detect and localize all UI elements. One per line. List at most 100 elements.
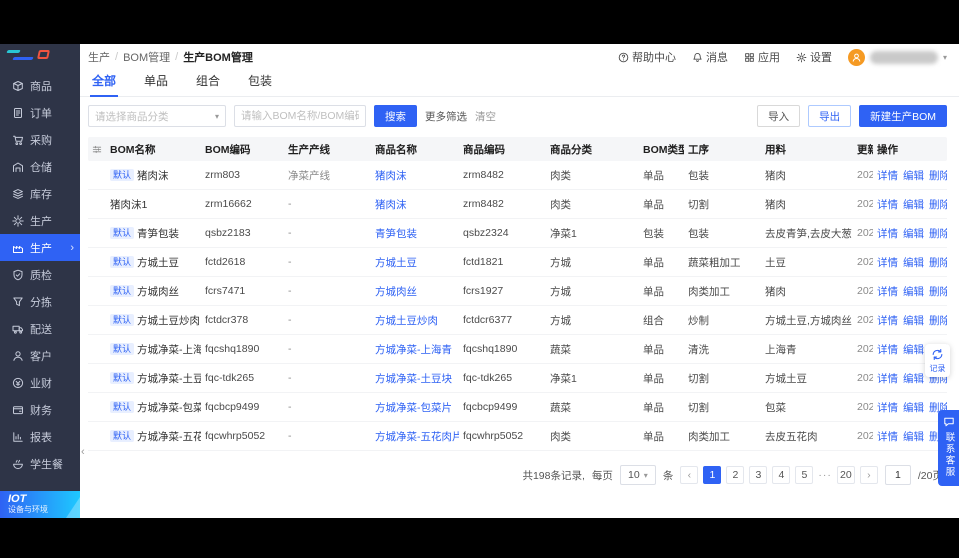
product-link[interactable]: 方城净菜-包菜片: [375, 402, 452, 414]
tab-单品[interactable]: 单品: [142, 67, 170, 96]
sidebar-item-商品[interactable]: 商品: [0, 72, 80, 99]
row-action-删除[interactable]: 删除: [929, 197, 947, 212]
sidebar-item-订单[interactable]: 订单: [0, 99, 80, 126]
table-scroll-left-arrow[interactable]: ‹: [81, 446, 85, 458]
product-link[interactable]: 方城土豆: [375, 257, 417, 269]
cell-material: 猪肉: [765, 169, 786, 182]
row-action-详情[interactable]: 详情: [877, 313, 898, 328]
tab-组合[interactable]: 组合: [194, 67, 222, 96]
product-link[interactable]: 方城净菜-五花肉片: [375, 431, 459, 443]
sidebar-item-label: 商品: [30, 80, 52, 93]
breadcrumb-item: 生产BOM管理: [183, 52, 253, 64]
sidebar-item-质检[interactable]: 质检: [0, 261, 80, 288]
page-jump-input[interactable]: 1: [884, 465, 911, 485]
sidebar-item-业财[interactable]: 业财: [0, 369, 80, 396]
page-button-4[interactable]: 4: [772, 466, 791, 484]
row-action-编辑[interactable]: 编辑: [903, 400, 924, 415]
row-action-编辑[interactable]: 编辑: [903, 342, 924, 357]
more-filters-link[interactable]: 更多筛选: [425, 109, 467, 124]
chevron-down-icon: ▾: [942, 52, 947, 62]
row-action-删除[interactable]: 删除: [929, 226, 947, 241]
row-action-编辑[interactable]: 编辑: [903, 168, 924, 183]
pager-ellipsis[interactable]: ···: [818, 469, 832, 481]
row-action-详情[interactable]: 详情: [877, 226, 898, 241]
page-button-3[interactable]: 3: [749, 466, 768, 484]
row-action-详情[interactable]: 详情: [877, 429, 898, 444]
row-action-编辑[interactable]: 编辑: [903, 255, 924, 270]
row-action-删除[interactable]: 删除: [929, 284, 947, 299]
column-settings-icon[interactable]: [88, 144, 106, 155]
page-button-20[interactable]: 20: [836, 466, 855, 484]
import-button[interactable]: 导入: [757, 105, 801, 127]
row-action-详情[interactable]: 详情: [877, 284, 898, 299]
row-action-删除[interactable]: 删除: [929, 313, 947, 328]
row-action-编辑[interactable]: 编辑: [903, 429, 924, 444]
row-action-详情[interactable]: 详情: [877, 342, 898, 357]
topbar-action-bell[interactable]: 消息: [692, 49, 728, 65]
row-action-详情[interactable]: 详情: [877, 400, 898, 415]
row-action-详情[interactable]: 详情: [877, 197, 898, 212]
product-link[interactable]: 方城土豆炒肉: [375, 315, 438, 327]
row-action-删除[interactable]: 删除: [929, 255, 947, 270]
default-badge: 默认: [110, 255, 135, 268]
row-action-删除[interactable]: 删除: [929, 168, 947, 183]
sidebar-item-分拣[interactable]: 分拣: [0, 288, 80, 315]
cell-bom-code: fqc-tdk265: [205, 372, 255, 384]
sidebar-item-采购[interactable]: 采购: [0, 126, 80, 153]
product-link[interactable]: 猪肉沫: [375, 170, 407, 182]
tab-全部[interactable]: 全部: [90, 67, 119, 97]
product-link[interactable]: 青笋包装: [375, 228, 417, 240]
row-action-编辑[interactable]: 编辑: [903, 197, 924, 212]
cell-updated: 202: [857, 314, 873, 326]
row-action-编辑[interactable]: 编辑: [903, 313, 924, 328]
product-link[interactable]: 方城净菜-上海青: [375, 344, 452, 356]
sidebar-item-配送[interactable]: 配送: [0, 315, 80, 342]
create-bom-button[interactable]: 新建生产BOM: [859, 105, 947, 127]
row-action-编辑[interactable]: 编辑: [903, 226, 924, 241]
row-action-编辑[interactable]: 编辑: [903, 284, 924, 299]
sidebar-item-学生餐[interactable]: 学生餐: [0, 450, 80, 477]
row-action-详情[interactable]: 详情: [877, 168, 898, 183]
prev-page-button[interactable]: ‹: [680, 466, 699, 484]
cell-product-name: 方城净菜-五花肉片: [371, 429, 459, 444]
iot-panel[interactable]: IOT 设备与环境: [0, 491, 80, 518]
sidebar-item-生产[interactable]: 生产: [0, 207, 80, 234]
topbar-action-help[interactable]: 帮助中心: [618, 49, 676, 65]
row-action-详情[interactable]: 详情: [877, 255, 898, 270]
category-select[interactable]: 请选择商品分类 ▾: [88, 105, 226, 127]
user-menu[interactable]: ▾: [847, 48, 947, 66]
breadcrumb-item[interactable]: 生产: [88, 49, 110, 65]
sidebar-item-报表[interactable]: 报表: [0, 423, 80, 450]
row-action-编辑[interactable]: 编辑: [903, 371, 924, 386]
record-widget[interactable]: 记录: [925, 344, 950, 377]
tab-包装[interactable]: 包装: [246, 67, 274, 96]
topbar-action-gear[interactable]: 设置: [796, 49, 832, 65]
product-link[interactable]: 猪肉沫: [375, 199, 407, 211]
topbar-action-apps[interactable]: 应用: [744, 49, 780, 65]
row-action-详情[interactable]: 详情: [877, 371, 898, 386]
sidebar-item-库存[interactable]: 库存: [0, 180, 80, 207]
breadcrumb-item[interactable]: BOM管理: [123, 49, 170, 65]
page-size-select[interactable]: 10 ▾: [619, 465, 656, 485]
cell-bom-code: fcrs7471: [205, 285, 246, 297]
sidebar-item-仓储[interactable]: 仓储: [0, 153, 80, 180]
product-link[interactable]: 方城肉丝: [375, 286, 417, 298]
page-button-1[interactable]: 1: [703, 466, 722, 484]
cell-product-code: fqc-tdk265: [463, 372, 513, 384]
product-link[interactable]: 方城净菜-土豆块: [375, 373, 452, 385]
cell-process: 切割: [688, 198, 709, 211]
page-button-2[interactable]: 2: [726, 466, 745, 484]
search-button[interactable]: 搜索: [374, 105, 417, 127]
qc-icon: [13, 269, 23, 280]
cell-bom-type: 包装: [643, 227, 664, 240]
sidebar-item-生产[interactable]: 生产 ›: [0, 234, 80, 261]
next-page-button[interactable]: ›: [859, 466, 878, 484]
bom-keyword-input[interactable]: [234, 105, 366, 127]
page-button-5[interactable]: 5: [795, 466, 814, 484]
sidebar-item-客户[interactable]: 客户: [0, 342, 80, 369]
clear-filters-link[interactable]: 清空: [475, 109, 496, 124]
filter-bar: 请选择商品分类 ▾ 搜索 更多筛选 清空 导入 导出 新建生产BOM: [80, 97, 959, 135]
customer-service-widget[interactable]: 联系客服: [938, 410, 959, 486]
sidebar-item-财务[interactable]: 财务: [0, 396, 80, 423]
export-button[interactable]: 导出: [808, 105, 852, 127]
